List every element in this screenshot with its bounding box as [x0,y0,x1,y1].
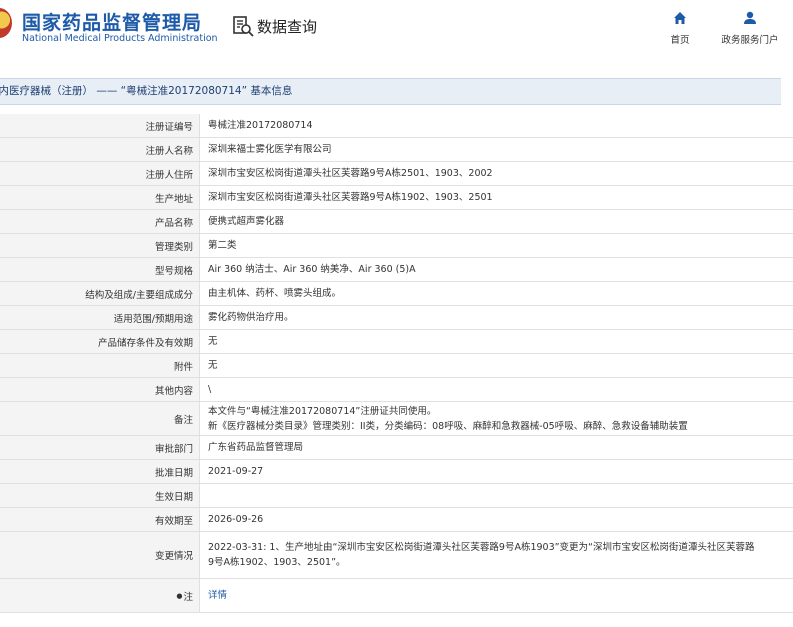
document-search-icon [232,15,254,37]
field-label: 注册人名称 [0,138,200,161]
field-value: 深圳市宝安区松岗街道潭头社区芙蓉路9号A栋1902、1903、2501 [208,192,493,203]
field-value: 雾化药物供治疗用。 [208,312,294,323]
field-label: 型号规格 [0,258,200,281]
field-label: 备注 [0,402,200,435]
field-value: 无 [208,336,218,347]
field-label: 批准日期 [0,460,200,483]
field-value: 详情 [200,579,793,612]
field-value: 由主机体、药杯、喷雾头组成。 [208,288,342,299]
field-value: 第二类 [208,240,237,251]
details-link[interactable]: 详情 [208,588,793,603]
field-label: 产品储存条件及有效期 [0,330,200,353]
field-label: 结构及组成/主要组成成分 [0,282,200,305]
table-row: 生产地址 深圳市宝安区松岗街道潭头社区芙蓉路9号A栋1902、1903、2501 [0,186,793,210]
nav-portal-label: 政务服务门户 [721,35,779,46]
field-value: 2026-09-26 [208,514,264,525]
page-title: 境内医疗器械（注册） —— “粤械注准20172080714” 基本信息 [0,78,781,105]
field-label: 注册人住所 [0,162,200,185]
table-row: 型号规格 Air 360 纳洁士、Air 360 纳美净、Air 360 (5)… [0,258,793,282]
field-value: 本文件与“粤械注准20172080714”注册证共同使用。 新《医疗器械分类目录… [200,402,793,435]
change-line-1: 2022-03-31: 1、生产地址由“深圳市宝安区松岗街道潭头社区芙蓉路9号A… [208,542,755,553]
field-label: 注册证编号 [0,114,200,137]
table-row: 变更情况 2022-03-31: 1、生产地址由“深圳市宝安区松岗街道潭头社区芙… [0,532,793,579]
home-icon [674,12,686,24]
field-label: 生效日期 [0,484,200,507]
field-label: 其他内容 [0,378,200,401]
field-label: 变更情况 [0,532,200,578]
field-label: 生产地址 [0,186,200,209]
field-value: 深圳来福士雾化医学有限公司 [208,144,332,155]
table-row: ● 注 详情 [0,579,793,613]
field-value: 粤械注准20172080714 [208,120,313,131]
user-icon [744,11,756,24]
site-header: 国家药品监督管理局 National Medical Products Admi… [0,0,793,62]
table-row: 结构及组成/主要组成成分 由主机体、药杯、喷雾头组成。 [0,282,793,306]
table-row: 批准日期 2021-09-27 [0,460,793,484]
emblem-logo[interactable] [0,8,12,38]
table-row: 注册证编号 粤械注准20172080714 [0,114,793,138]
table-row: 生效日期 [0,484,793,508]
change-line-2: 9号A栋1902、1903、2501”。 [208,557,346,568]
nav-home-label: 首页 [670,35,690,46]
field-label: 附件 [0,354,200,377]
table-row: 产品储存条件及有效期 无 [0,330,793,354]
field-value [200,484,793,507]
table-row: 注册人名称 深圳来福士雾化医学有限公司 [0,138,793,162]
field-label: 审批部门 [0,436,200,459]
table-row: 备注 本文件与“粤械注准20172080714”注册证共同使用。 新《医疗器械分… [0,402,793,436]
field-label: 管理类别 [0,234,200,257]
data-query-label: 数据查询 [257,17,318,36]
field-label: ● 注 [0,579,200,612]
table-row: 有效期至 2026-09-26 [0,508,793,532]
field-value: 2021-09-27 [208,466,264,477]
table-row: 附件 无 [0,354,793,378]
remark-line-2: 新《医疗器械分类目录》管理类别：II类，分类编码：08呼吸、麻醉和急救器械-05… [208,420,688,432]
data-query-link[interactable]: 数据查询 [232,15,317,37]
field-value: Air 360 纳洁士、Air 360 纳美净、Air 360 (5)A [208,264,416,275]
field-label: 有效期至 [0,508,200,531]
field-value: 广东省药品监督管理局 [208,442,304,453]
agency-subtitle: National Medical Products Administration [22,33,218,44]
table-row: 适用范围/预期用途 雾化药物供治疗用。 [0,306,793,330]
field-value: 无 [208,360,218,371]
detail-table: 注册证编号 粤械注准20172080714 注册人名称 深圳来福士雾化医学有限公… [0,114,793,613]
remark-line-1: 本文件与“粤械注准20172080714”注册证共同使用。 [208,405,437,417]
table-row: 其他内容 \ [0,378,793,402]
field-value: 深圳市宝安区松岗街道潭头社区芙蓉路9号A栋2501、1903、2002 [208,168,493,179]
field-value: 便携式超声雾化器 [208,216,285,227]
field-value: 2022-03-31: 1、生产地址由“深圳市宝安区松岗街道潭头社区芙蓉路9号A… [200,532,793,578]
table-row: 产品名称 便携式超声雾化器 [0,210,793,234]
table-row: 管理类别 第二类 [0,234,793,258]
nav-home[interactable]: 首页 [666,10,694,46]
bullet-dot-icon: ● [176,591,183,600]
field-value: \ [208,384,212,395]
field-label: 产品名称 [0,210,200,233]
table-row: 审批部门 广东省药品监督管理局 [0,436,793,460]
agency-title[interactable]: 国家药品监督管理局 [22,8,202,35]
note-label: 注 [183,591,193,603]
table-row: 注册人住所 深圳市宝安区松岗街道潭头社区芙蓉路9号A栋2501、1903、200… [0,162,793,186]
nav-service-portal[interactable]: 政务服务门户 [718,10,782,46]
field-label: 适用范围/预期用途 [0,306,200,329]
